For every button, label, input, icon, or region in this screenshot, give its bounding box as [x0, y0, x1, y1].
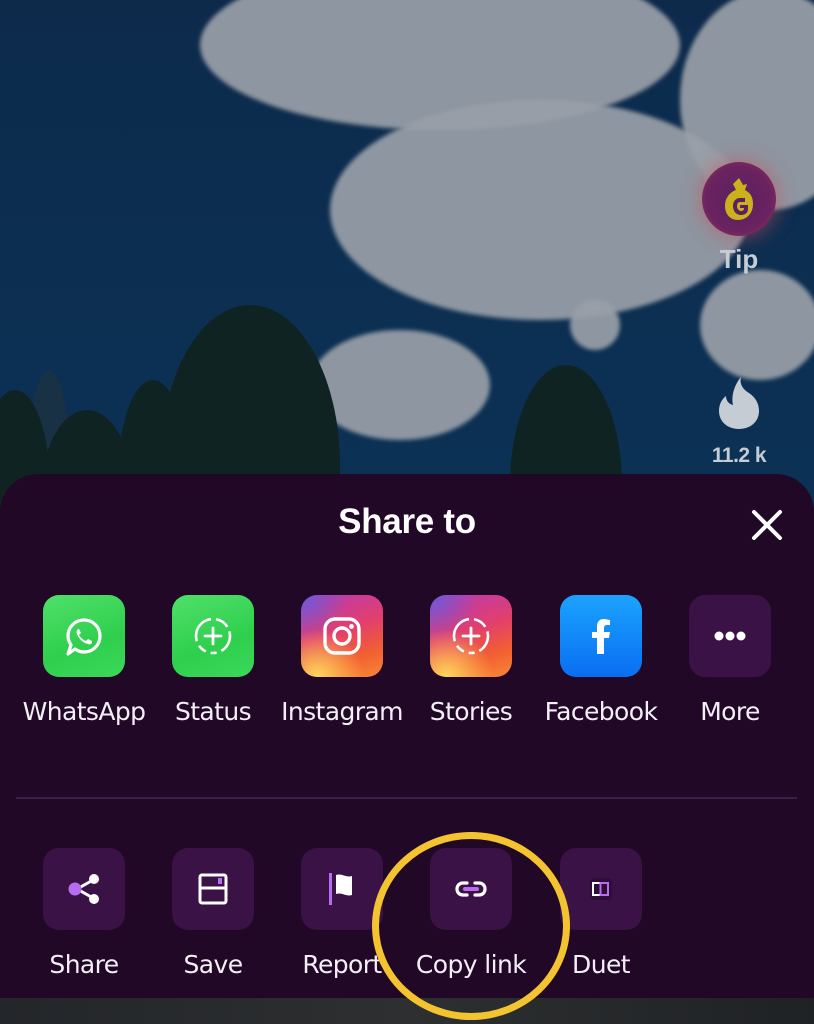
tip-button[interactable]: Tip — [700, 162, 778, 275]
duet-icon — [590, 878, 612, 900]
share-instagram-label: Instagram — [281, 697, 403, 726]
action-report[interactable]: Report — [277, 848, 407, 979]
share-instagram[interactable]: Instagram — [277, 595, 407, 726]
link-icon — [455, 881, 487, 897]
instagram-icon — [323, 617, 361, 655]
share-more[interactable]: More — [665, 595, 795, 726]
like-button[interactable]: 11.2 k — [700, 375, 778, 468]
action-report-label: Report — [302, 950, 382, 979]
action-copy-link[interactable]: Copy link — [406, 848, 536, 979]
save-icon — [198, 873, 228, 905]
whatsapp-icon — [66, 618, 102, 656]
share-facebook-label: Facebook — [544, 697, 658, 726]
share-sheet: Share to WhatsApp Status Instagram Stori… — [0, 474, 814, 998]
share-icon — [68, 874, 99, 904]
action-copy-link-label: Copy link — [415, 950, 527, 979]
share-stories-label: Stories — [429, 697, 513, 726]
video-background-bottom — [0, 998, 814, 1024]
sheet-title: Share to — [338, 502, 476, 541]
tip-label: Tip — [719, 244, 759, 274]
share-whatsapp[interactable]: WhatsApp — [19, 595, 149, 726]
stories-add-icon — [452, 617, 490, 655]
action-save-label: Save — [183, 950, 244, 979]
dragon-coin-icon — [702, 162, 776, 236]
action-duet[interactable]: Duet — [536, 848, 666, 979]
close-icon — [752, 510, 782, 540]
share-stories[interactable]: Stories — [406, 595, 536, 726]
section-divider — [16, 797, 797, 799]
share-status[interactable]: Status — [148, 595, 278, 726]
action-share-label: Share — [49, 950, 119, 979]
more-dots-icon — [714, 631, 746, 641]
status-add-icon — [194, 617, 232, 655]
action-save[interactable]: Save — [148, 848, 278, 979]
facebook-icon — [592, 619, 610, 654]
flag-icon — [329, 873, 352, 905]
action-duet-label: Duet — [572, 950, 630, 979]
like-count: 11.2 k — [711, 444, 767, 467]
share-more-label: More — [700, 697, 760, 726]
action-share[interactable]: Share — [19, 848, 149, 979]
share-facebook[interactable]: Facebook — [536, 595, 666, 726]
close-button[interactable] — [744, 502, 790, 548]
flame-icon — [719, 377, 759, 429]
share-status-label: Status — [174, 697, 252, 726]
share-whatsapp-label: WhatsApp — [22, 697, 146, 726]
